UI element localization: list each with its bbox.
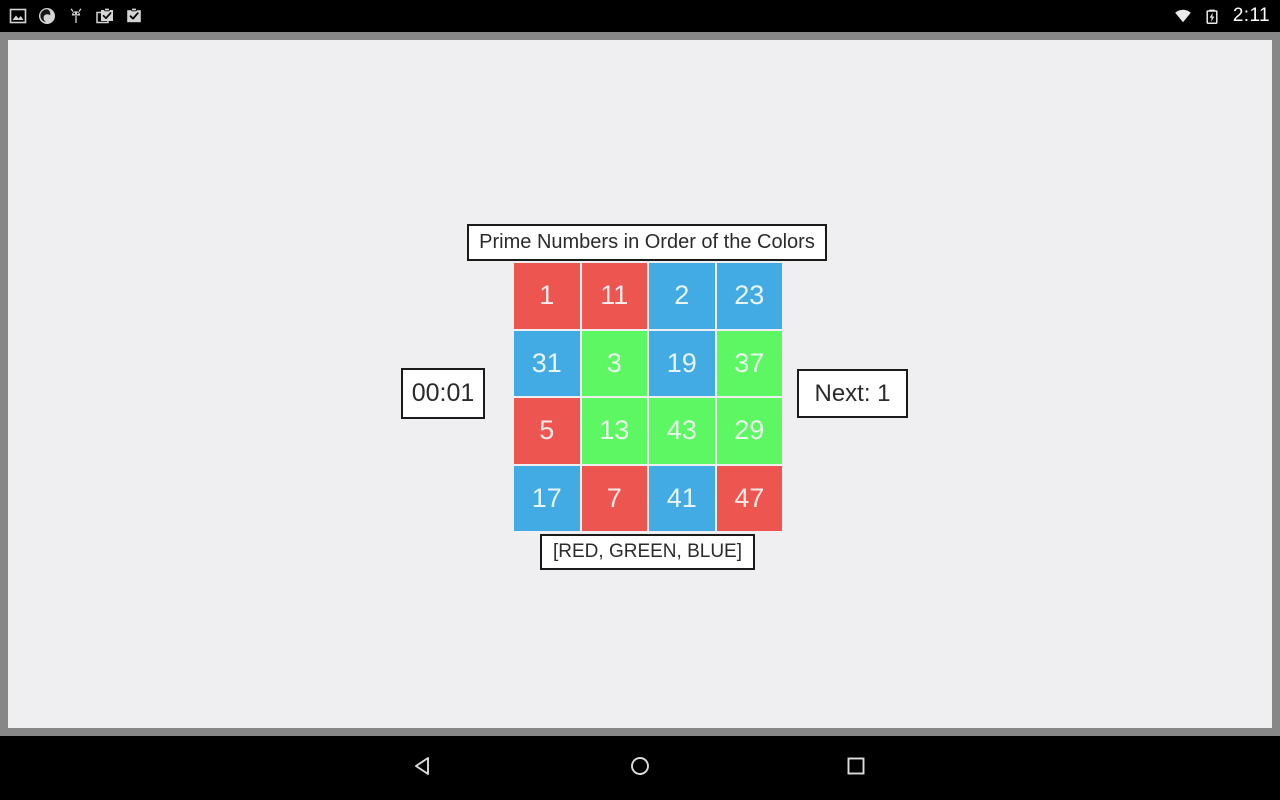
grid-tile[interactable]: 29 [716,398,782,464]
status-bar: 2:11 [0,0,1280,32]
grid-tile[interactable]: 47 [716,465,782,531]
nav-spacer-left [474,736,590,800]
grid-tile[interactable]: 43 [649,398,715,464]
app-window-chrome: Prime Numbers in Order of the Colors 00:… [0,32,1280,736]
grid-tile[interactable]: 37 [716,330,782,396]
grid-tile[interactable]: 5 [514,398,580,464]
grid-tile[interactable]: 19 [649,330,715,396]
circle-home-icon [627,753,653,784]
wifi-icon [1173,6,1193,26]
status-bar-clock: 2:11 [1232,5,1270,26]
grid-tile[interactable]: 31 [514,330,580,396]
battery-charging-icon [1202,6,1222,26]
grid-tile[interactable]: 3 [581,330,647,396]
timer-display: 00:01 [401,368,485,419]
app-content-area: Prime Numbers in Order of the Colors 00:… [8,40,1272,728]
color-order-display: [RED, GREEN, BLUE] [540,534,755,570]
device-screen: 2:11 Prime Numbers in Order of the Color… [0,0,1280,800]
grid-tile[interactable]: 2 [649,263,715,329]
navigation-bar [0,736,1280,800]
next-target-display: Next: 1 [797,369,908,418]
triangle-back-icon [411,753,437,784]
nav-spacer-right [690,736,806,800]
page-title: Prime Numbers in Order of the Colors [467,224,827,261]
square-recents-icon [843,753,869,784]
grid-tile[interactable]: 17 [514,465,580,531]
clipboard-check-icon [95,6,115,26]
nav-back-button[interactable] [374,736,474,800]
grid-tile[interactable]: 7 [581,465,647,531]
grid-tile[interactable]: 41 [649,465,715,531]
nav-recents-button[interactable] [806,736,906,800]
grid-tile[interactable]: 23 [716,263,782,329]
status-bar-system-icons: 2:11 [1173,5,1270,27]
grid-tile[interactable]: 1 [514,263,580,329]
grid-tile[interactable]: 13 [581,398,647,464]
firefox-icon [37,6,57,26]
android-bug-icon [66,6,86,26]
image-icon [8,6,28,26]
grid-tile[interactable]: 11 [581,263,647,329]
game-board: Prime Numbers in Order of the Colors 00:… [8,40,1272,728]
status-bar-notification-icons [8,6,144,26]
number-grid[interactable]: 1 11 2 23 31 3 19 37 5 13 43 29 17 7 41 47 [514,263,782,531]
clipboard-check-alt-icon [124,6,144,26]
nav-home-button[interactable] [590,736,690,800]
